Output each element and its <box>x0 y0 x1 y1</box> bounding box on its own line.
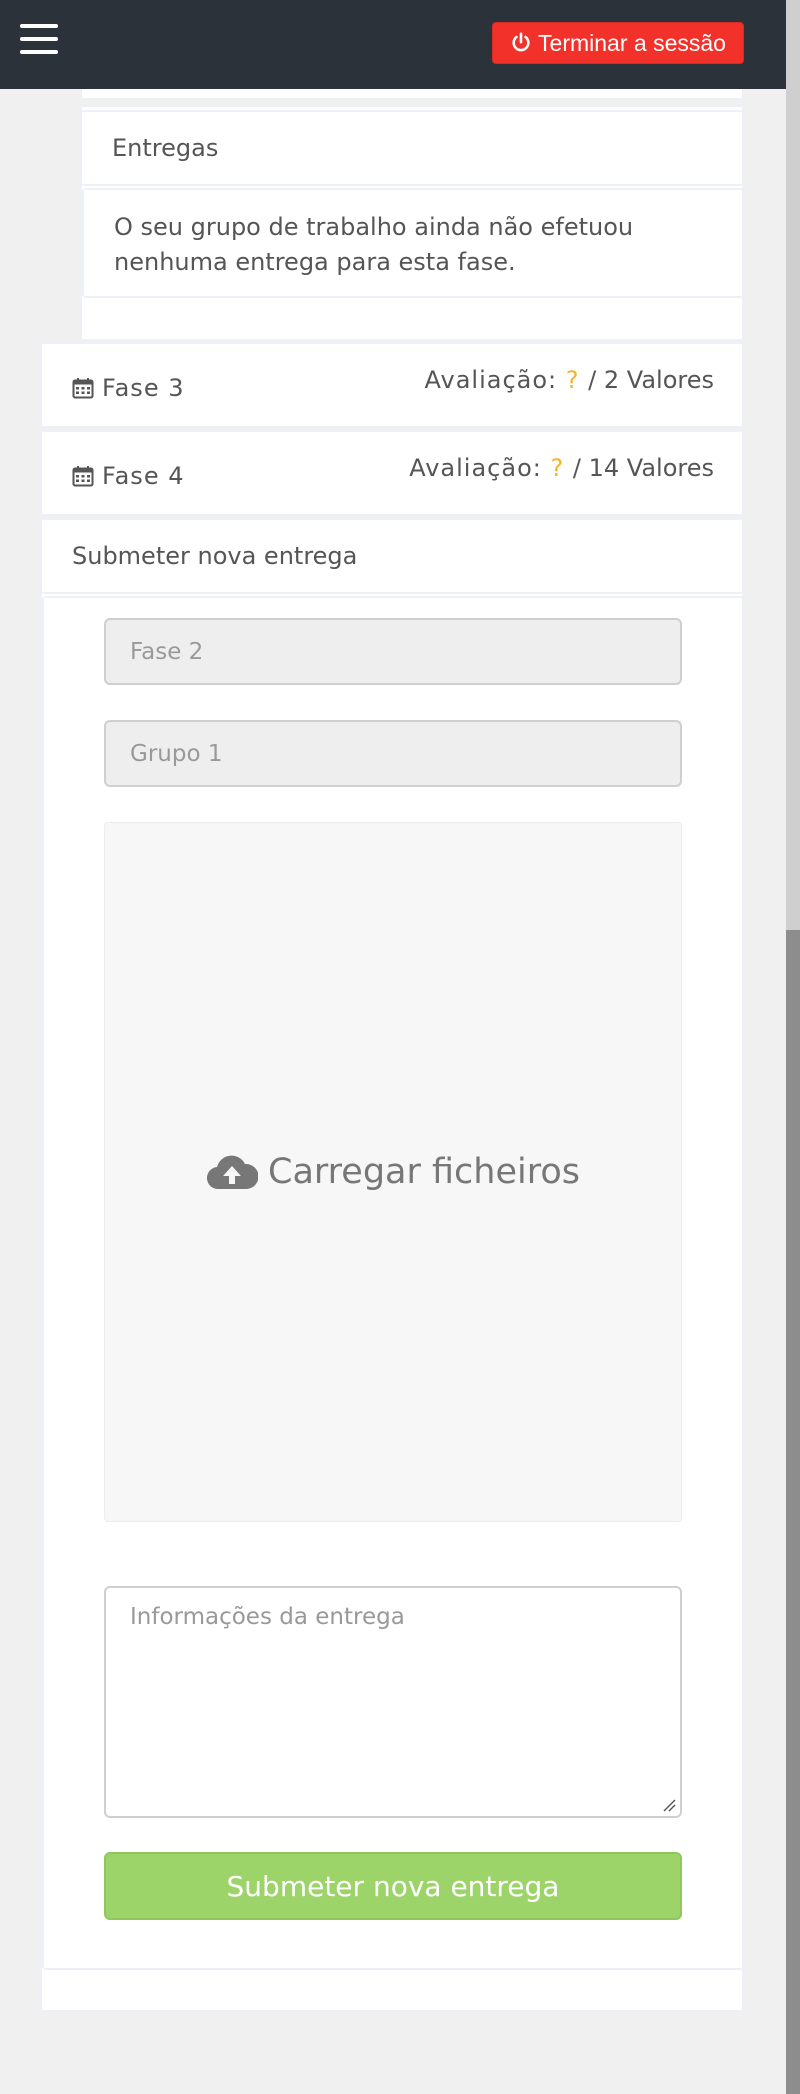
phase-row[interactable]: Fase 3 Avaliação: ? / 2 Valores <box>40 342 744 428</box>
phase-field[interactable]: Fase 2 <box>104 618 682 685</box>
evaluation-label: Avaliação: <box>424 366 558 394</box>
evaluation-total: / 2 Valores <box>588 366 714 394</box>
logout-button[interactable]: Terminar a sessão <box>492 22 744 64</box>
top-navbar: Terminar a sessão <box>0 0 786 89</box>
submit-button-label: Submeter nova entrega <box>226 1869 560 1903</box>
phase-evaluation: Avaliação: ? / 2 Valores <box>424 366 714 394</box>
phase-title: Fase 4 <box>102 462 185 490</box>
group-field[interactable]: Grupo 1 <box>104 720 682 787</box>
calendar-icon <box>72 466 94 487</box>
evaluation-total: / 14 Valores <box>572 454 714 482</box>
delivery-info-placeholder: Informações da entrega <box>130 1604 405 1630</box>
evaluation-label: Avaliação: <box>409 454 542 482</box>
upload-label: Carregar ficheiros <box>268 1152 580 1192</box>
deliveries-header: Entregas <box>80 110 744 186</box>
phase-field-value: Fase 2 <box>130 638 204 665</box>
submit-heading: Submeter nova entrega <box>72 542 358 570</box>
deliveries-heading: Entregas <box>112 134 219 162</box>
cloud-upload-icon <box>206 1155 258 1190</box>
power-icon <box>512 32 530 52</box>
file-dropzone[interactable]: Carregar ficheiros <box>104 822 682 1522</box>
phase-evaluation: Avaliação: ? / 14 Valores <box>409 454 714 482</box>
submit-header: Submeter nova entrega <box>40 518 744 594</box>
phase-title-row: Fase 4 <box>72 462 184 490</box>
resize-grip-icon[interactable] <box>662 1798 676 1812</box>
phase-title-row: Fase 3 <box>72 374 184 402</box>
logout-label: Terminar a sessão <box>538 29 726 56</box>
group-field-value: Grupo 1 <box>130 740 223 767</box>
submit-delivery-button[interactable]: Submeter nova entrega <box>104 1852 682 1920</box>
phase-row[interactable]: Fase 4 Avaliação: ? / 14 Valores <box>40 430 744 516</box>
hamburger-icon[interactable] <box>20 22 58 56</box>
scrollbar-thumb[interactable] <box>786 930 800 2094</box>
phase-title: Fase 3 <box>102 374 185 402</box>
deliveries-empty-message: O seu grupo de trabalho ainda não efetuo… <box>114 213 634 276</box>
deliveries-body: O seu grupo de trabalho ainda não efetuo… <box>82 188 744 298</box>
evaluation-score: ? <box>550 454 565 482</box>
evaluation-score: ? <box>565 366 580 394</box>
calendar-icon <box>72 378 94 399</box>
delivery-info-textarea[interactable]: Informações da entrega <box>104 1586 682 1818</box>
